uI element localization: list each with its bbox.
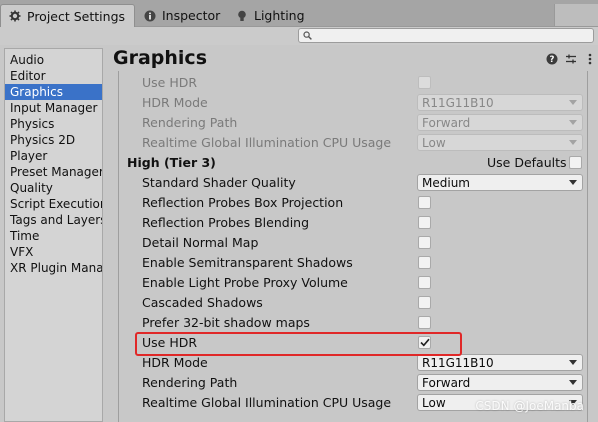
setting-row-semitransparent-shadows: Enable Semitransparent Shadows: [119, 252, 589, 272]
tab-lighting[interactable]: Lighting: [228, 4, 323, 27]
chevron-down-icon: [569, 360, 577, 365]
sidebar-item-tags-and-layers[interactable]: Tags and Layers: [5, 212, 102, 228]
chevron-down-icon: [569, 120, 577, 125]
section-high-tier: High (Tier 3) Use Defaults: [119, 152, 589, 172]
rendering-path-high-dropdown[interactable]: Forward: [417, 374, 583, 391]
semitransparent-shadows-checkbox[interactable]: [418, 256, 431, 269]
tab-label: Project Settings: [27, 8, 126, 24]
use-defaults-label: Use Defaults: [487, 154, 567, 170]
chevron-down-icon: [569, 380, 577, 385]
sidebar-item-graphics[interactable]: Graphics: [5, 84, 102, 100]
setting-row-rendering-path-medium: Rendering Path Forward: [119, 112, 589, 132]
sidebar-item-physics-2d[interactable]: Physics 2D: [5, 132, 102, 148]
light-probe-proxy-volume-checkbox[interactable]: [418, 276, 431, 289]
hdr-mode-dropdown[interactable]: R11G11B10: [417, 94, 583, 111]
svg-text:?: ?: [550, 55, 555, 65]
more-options-icon[interactable]: [584, 53, 596, 65]
tab-bar-filler: [554, 4, 598, 26]
sidebar-item-player[interactable]: Player: [5, 148, 102, 164]
setting-row-gi-cpu-usage-medium: Realtime Global Illumination CPU Usage L…: [119, 132, 589, 152]
chevron-down-icon: [569, 180, 577, 185]
setting-row-reflection-probes-blending: Reflection Probes Blending: [119, 212, 589, 232]
header-icons: ?: [546, 53, 596, 65]
chevron-down-icon: [569, 100, 577, 105]
setting-row-cascaded-shadows: Cascaded Shadows: [119, 292, 589, 312]
rendering-path-dropdown[interactable]: Forward: [417, 114, 583, 131]
standard-shader-quality-dropdown[interactable]: Medium: [417, 174, 583, 191]
search-row: [0, 27, 598, 45]
sidebar-item-quality[interactable]: Quality: [5, 180, 102, 196]
page-title: Graphics: [113, 47, 207, 69]
chevron-down-icon: [569, 140, 577, 145]
sidebar-item-input-manager[interactable]: Input Manager: [5, 100, 102, 116]
sidebar-item-time[interactable]: Time: [5, 228, 102, 244]
setting-row-hdr-mode-medium: HDR Mode R11G11B10: [119, 92, 589, 112]
search-icon: [303, 29, 312, 43]
gi-cpu-usage-dropdown[interactable]: Low: [417, 134, 583, 151]
cascaded-shadows-checkbox[interactable]: [418, 296, 431, 309]
tab-inspector[interactable]: Inspector: [136, 4, 228, 27]
reflection-probes-blending-checkbox[interactable]: [418, 216, 431, 229]
main-content: Graphics ? Use HDR HDR Mode R11G11B10 Re…: [106, 45, 598, 422]
tab-label: Lighting: [254, 8, 305, 23]
setting-row-standard-shader-quality: Standard Shader Quality Medium: [119, 172, 589, 192]
prefer-32bit-shadow-maps-checkbox[interactable]: [418, 316, 431, 329]
tab-project-settings[interactable]: Project Settings: [0, 4, 135, 27]
bulb-icon: [236, 10, 248, 22]
tier-settings-panel: Use HDR HDR Mode R11G11B10 Rendering Pat…: [118, 71, 588, 422]
detail-normal-map-checkbox[interactable]: [418, 236, 431, 249]
sidebar-item-audio[interactable]: Audio: [5, 52, 102, 68]
hdr-mode-high-dropdown[interactable]: R11G11B10: [417, 354, 583, 371]
sidebar-item-editor[interactable]: Editor: [5, 68, 102, 84]
sidebar-item-script-execution[interactable]: Script Execution: [5, 196, 102, 212]
watermark: CSDN @JoeManba: [475, 399, 584, 413]
preset-sliders-icon[interactable]: [565, 53, 577, 65]
info-icon: [144, 10, 156, 22]
help-icon[interactable]: ?: [546, 53, 558, 65]
tab-label: Inspector: [162, 8, 221, 23]
setting-row-light-probe-proxy-volume: Enable Light Probe Proxy Volume: [119, 272, 589, 292]
reflection-probes-box-projection-checkbox[interactable]: [418, 196, 431, 209]
use-defaults-checkbox[interactable]: [569, 156, 582, 169]
setting-row-rendering-path-high: Rendering Path Forward: [119, 372, 589, 392]
use-hdr-checkbox[interactable]: [418, 76, 431, 89]
gear-icon: [9, 10, 21, 22]
setting-row-prefer-32bit-shadow-maps: Prefer 32-bit shadow maps: [119, 312, 589, 332]
setting-row-reflection-probes-box-projection: Reflection Probes Box Projection: [119, 192, 589, 212]
sidebar-item-xr-plugin-management[interactable]: XR Plugin Management: [5, 260, 102, 276]
search-input[interactable]: [315, 29, 593, 42]
setting-row-use-hdr-medium: Use HDR: [119, 72, 589, 92]
settings-sidebar: Audio Editor Graphics Input Manager Phys…: [4, 48, 103, 422]
search-box[interactable]: [298, 28, 594, 43]
sidebar-item-preset-manager[interactable]: Preset Manager: [5, 164, 102, 180]
setting-row-detail-normal-map: Detail Normal Map: [119, 232, 589, 252]
annotation-highlight-box: [135, 332, 462, 356]
sidebar-item-vfx[interactable]: VFX: [5, 244, 102, 260]
tab-bar: Project Settings Inspector Lighting: [0, 0, 598, 27]
sidebar-item-physics[interactable]: Physics: [5, 116, 102, 132]
